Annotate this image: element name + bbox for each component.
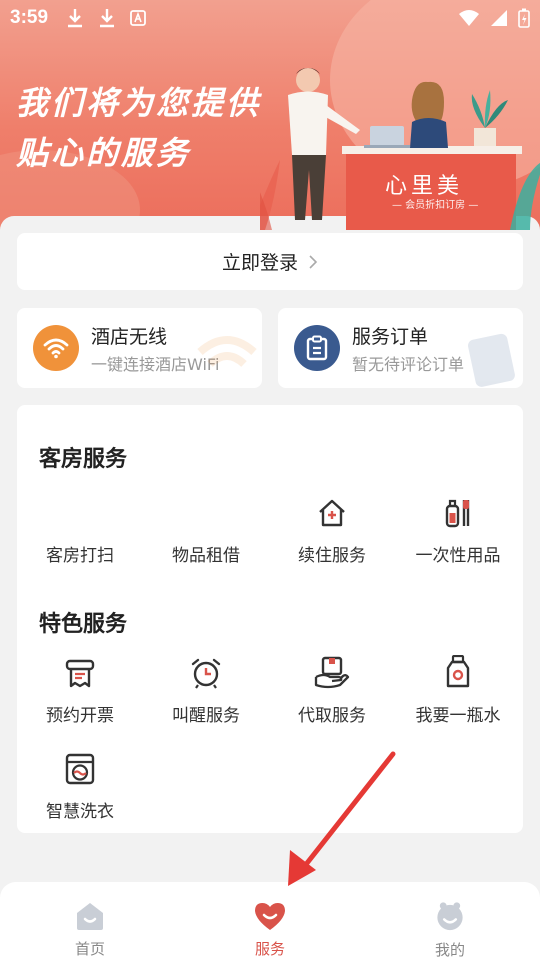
nav-home[interactable]: 首页	[0, 882, 180, 960]
home-icon	[77, 903, 103, 930]
service-label: 智慧洗衣	[46, 802, 114, 822]
banner-title-line2: 贴心的服务	[16, 134, 192, 172]
nav-profile-label: 我的	[434, 941, 465, 959]
wifi-signal-icon	[459, 10, 479, 26]
notification-a-icon	[130, 10, 146, 26]
main-content: 立即登录 酒店无线 一键连接酒店WiFi 服务订单 暂无待评论订单 客房服务 客…	[0, 216, 540, 896]
receipt-icon	[64, 653, 96, 689]
pickup-service-button[interactable]: 代取服务	[269, 653, 395, 726]
login-button[interactable]: 立即登录	[17, 233, 523, 290]
smart-laundry-button[interactable]: 智慧洗衣	[17, 749, 143, 822]
clipboard-watermark-icon	[468, 333, 515, 387]
hotel-wifi-card[interactable]: 酒店无线 一键连接酒店WiFi	[17, 308, 262, 388]
service-label: 叫醒服务	[172, 706, 240, 726]
order-title: 服务订单	[352, 325, 429, 348]
water-bottle-button[interactable]: 我要一瓶水	[395, 653, 521, 726]
service-label: 我要一瓶水	[415, 706, 501, 726]
water-bottle-icon	[444, 653, 472, 689]
download-icon	[68, 9, 83, 28]
order-subtitle: 暂无待评论订单	[352, 354, 465, 374]
login-label: 立即登录	[221, 252, 298, 274]
status-time: 3:59	[10, 7, 49, 28]
room-services-title: 客房服务	[39, 447, 128, 472]
download-icon	[100, 9, 115, 28]
hand-box-icon	[314, 653, 350, 689]
service-label: 代取服务	[298, 706, 366, 726]
service-label: 一次性用品	[415, 546, 501, 566]
room-cleaning-button[interactable]: 客房打扫	[17, 493, 143, 566]
toiletries-icon	[442, 493, 474, 529]
alarm-clock-icon	[190, 653, 222, 689]
service-label: 续住服务	[298, 546, 366, 566]
service-label: 预约开票	[46, 706, 114, 726]
wifi-watermark-icon	[197, 336, 257, 368]
banner: 3:59 我们将为您提供 贴心的服务 心里美 — 会员折扣订房 —	[0, 0, 540, 230]
item-rental-button[interactable]: 物品租借	[143, 493, 269, 566]
bottom-nav: 首页 服务 我的	[0, 882, 540, 960]
wake-up-call-button[interactable]: 叫醒服务	[143, 653, 269, 726]
toiletries-button[interactable]: 一次性用品	[395, 493, 521, 566]
chevron-right-icon	[309, 254, 318, 269]
extend-stay-button[interactable]: 续住服务	[269, 493, 395, 566]
nav-services[interactable]: 服务	[180, 882, 360, 960]
washing-machine-icon	[65, 749, 95, 785]
status-bar: 3:59	[0, 0, 540, 36]
special-services-title: 特色服务	[39, 612, 128, 637]
cell-signal-icon	[491, 10, 507, 26]
nav-profile[interactable]: 我的	[360, 882, 540, 960]
service-order-card[interactable]: 服务订单 暂无待评论订单	[278, 308, 523, 388]
banner-title-line1: 我们将为您提供	[16, 84, 262, 122]
clipboard-icon	[294, 325, 340, 371]
invoice-booking-button[interactable]: 预约开票	[17, 653, 143, 726]
wifi-icon	[33, 325, 79, 371]
battery-icon	[518, 8, 530, 28]
heart-icon	[255, 903, 285, 930]
nav-services-label: 服务	[254, 940, 285, 958]
profile-icon	[437, 902, 463, 931]
service-label: 客房打扫	[46, 546, 114, 566]
house-plus-icon	[316, 493, 348, 529]
banner-brand-sub: — 会员折扣订房 —	[392, 200, 479, 211]
service-label: 物品租借	[172, 546, 240, 566]
banner-title: 我们将为您提供 贴心的服务	[16, 78, 261, 178]
nav-home-label: 首页	[74, 940, 105, 958]
services-panel: 客房服务 客房打扫 物品租借 续住服务 一次性用品 特色服务 预约开票 叫醒服务…	[17, 405, 523, 833]
